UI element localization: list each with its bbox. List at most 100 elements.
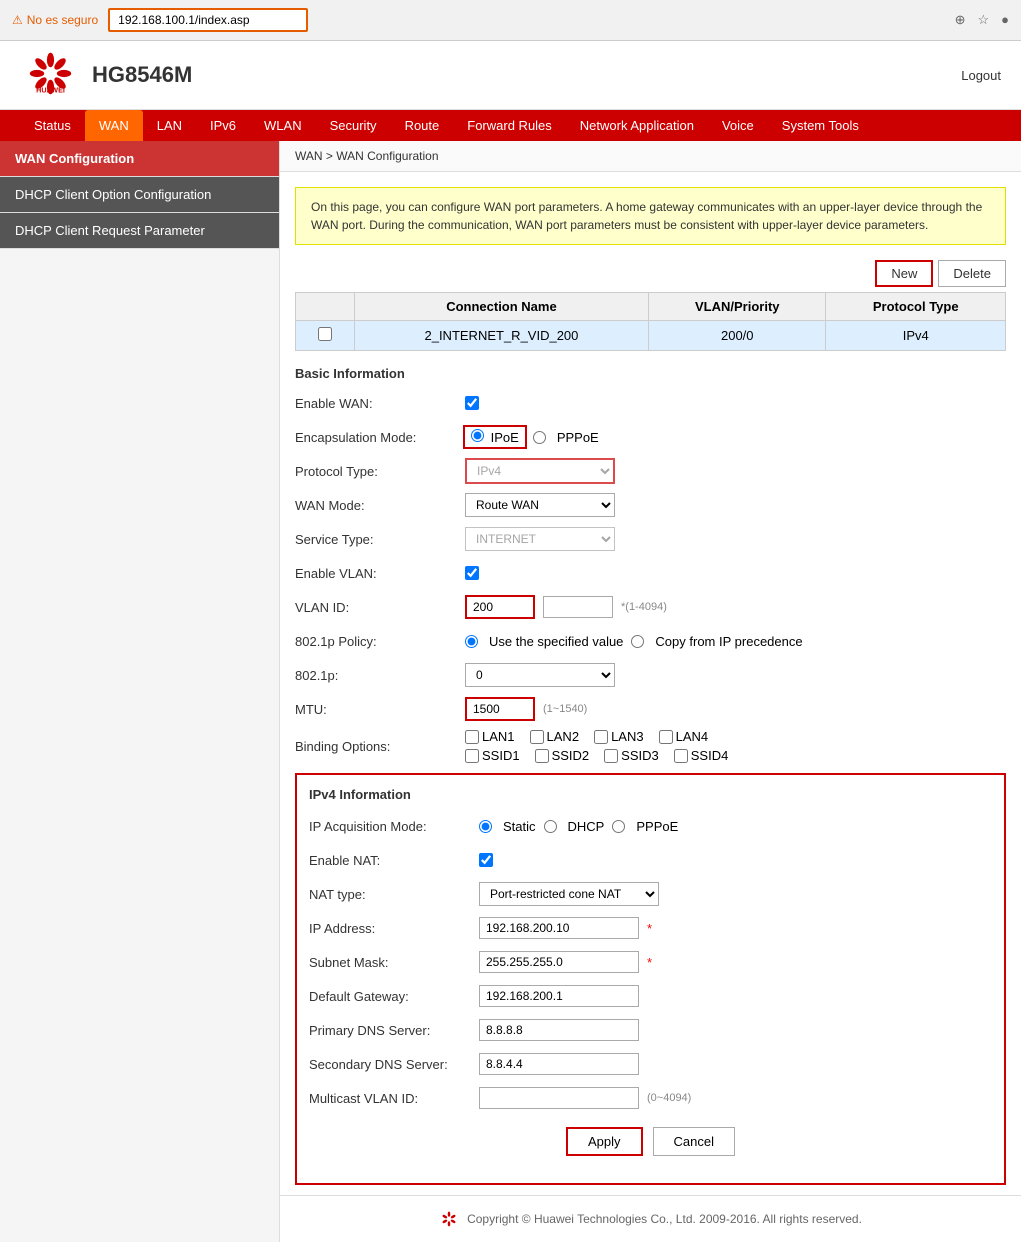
acq-static-label: Static [503, 819, 536, 834]
footer: Copyright © Huawei Technologies Co., Ltd… [280, 1195, 1021, 1242]
enable-nat-row: Enable NAT: [309, 846, 992, 874]
acq-dhcp-radio[interactable] [544, 820, 557, 833]
nav-voice[interactable]: Voice [708, 110, 768, 141]
enable-nat-value [479, 853, 992, 867]
nav-bar: Status WAN LAN IPv6 WLAN Security Route … [0, 110, 1021, 141]
ssid1-checkbox[interactable] [465, 749, 479, 763]
nav-wlan[interactable]: WLAN [250, 110, 316, 141]
sidebar-item-dhcp-param[interactable]: DHCP Client Request Parameter [0, 213, 279, 249]
enable-nat-label: Enable NAT: [309, 853, 479, 868]
encap-ipoe-container: IPoE [465, 427, 525, 447]
enable-vlan-checkbox[interactable] [465, 566, 479, 580]
header: HUAWEI HG8546M Logout [0, 41, 1021, 110]
dns1-value [479, 1019, 992, 1041]
row-checkbox[interactable] [318, 327, 332, 341]
sidebar-item-wan-config[interactable]: WAN Configuration [0, 141, 279, 177]
dns1-input[interactable] [479, 1019, 639, 1041]
ip-acq-label: IP Acquisition Mode: [309, 819, 479, 834]
binding-options: LAN1 LAN2 LAN3 [465, 729, 728, 763]
nav-status[interactable]: Status [20, 110, 85, 141]
url-bar[interactable]: 192.168.100.1/index.asp [108, 8, 308, 32]
wan-mode-row: WAN Mode: Route WAN Bridge WAN [295, 491, 1006, 519]
ssid2-checkbox[interactable] [535, 749, 549, 763]
protocol-select[interactable]: IPv4 [465, 458, 615, 484]
delete-button[interactable]: Delete [938, 260, 1006, 287]
nav-network-app[interactable]: Network Application [566, 110, 708, 141]
ssid2-label: SSID2 [552, 748, 590, 763]
encap-label: Encapsulation Mode: [295, 430, 465, 445]
nav-security[interactable]: Security [316, 110, 391, 141]
new-button[interactable]: New [875, 260, 933, 287]
enable-vlan-label: Enable VLAN: [295, 566, 465, 581]
lan1-checkbox[interactable] [465, 730, 479, 744]
policy-row: 802.1p Policy: Use the specified value C… [295, 627, 1006, 655]
binding-row: Binding Options: LAN1 LAN2 [295, 729, 1006, 763]
vlan-id-hint: *(1-4094) [621, 601, 667, 613]
mtu-input[interactable] [465, 697, 535, 721]
subnet-input[interactable] [479, 951, 639, 973]
lan4-checkbox[interactable] [659, 730, 673, 744]
lan2-checkbox[interactable] [530, 730, 544, 744]
wan-mode-select[interactable]: Route WAN Bridge WAN [465, 493, 615, 517]
policy-specified-radio[interactable] [465, 635, 478, 648]
wan-table: Connection Name VLAN/Priority Protocol T… [295, 292, 1006, 351]
ssid4-checkbox[interactable] [674, 749, 688, 763]
service-select[interactable]: INTERNET [465, 527, 615, 551]
vlan-id-extra[interactable] [543, 596, 613, 618]
multicast-input[interactable] [479, 1087, 639, 1109]
binding-value: LAN1 LAN2 LAN3 [465, 729, 1006, 763]
ip-addr-input[interactable] [479, 917, 639, 939]
sidebar-item-dhcp-option[interactable]: DHCP Client Option Configuration [0, 177, 279, 213]
ip-addr-value: * [479, 917, 992, 939]
ssid4-label: SSID4 [691, 748, 729, 763]
logo-area: HUAWEI HG8546M [20, 51, 192, 99]
enable-nat-checkbox[interactable] [479, 853, 493, 867]
acq-static-radio[interactable] [479, 820, 492, 833]
multicast-row: Multicast VLAN ID: (0~4094) [309, 1084, 992, 1112]
binding-ssid2: SSID2 [535, 748, 590, 763]
footer-logo [439, 1211, 459, 1227]
service-label: Service Type: [295, 532, 465, 547]
dot1p-label: 802.1p: [295, 668, 465, 683]
nav-route[interactable]: Route [391, 110, 454, 141]
binding-lan3: LAN3 [594, 729, 644, 744]
binding-ssid-line: SSID1 SSID2 SSID3 [465, 748, 728, 763]
dot1p-select[interactable]: 0123 4567 [465, 663, 615, 687]
logout-button[interactable]: Logout [961, 68, 1001, 83]
ipv4-section: IPv4 Information IP Acquisition Mode: St… [295, 773, 1006, 1185]
policy-copy-radio[interactable] [631, 635, 644, 648]
device-name: HG8546M [92, 62, 192, 88]
subnet-row: Subnet Mask: * [309, 948, 992, 976]
enable-wan-checkbox[interactable] [465, 396, 479, 410]
dot1p-row: 802.1p: 0123 4567 [295, 661, 1006, 689]
apply-button[interactable]: Apply [566, 1127, 643, 1156]
dns2-input[interactable] [479, 1053, 639, 1075]
browser-bar: ⚠ No es seguro 192.168.100.1/index.asp ⊕… [0, 0, 1021, 41]
acq-pppoe-radio[interactable] [612, 820, 625, 833]
info-box: On this page, you can configure WAN port… [295, 187, 1006, 245]
gateway-row: Default Gateway: [309, 982, 992, 1010]
nav-ipv6[interactable]: IPv6 [196, 110, 250, 141]
dot1p-value: 0123 4567 [465, 663, 1006, 687]
encap-ipoe-radio[interactable] [471, 429, 484, 442]
nat-type-value: Port-restricted cone NAT Full cone NAT R… [479, 882, 992, 906]
policy-copy-label: Copy from IP precedence [655, 634, 802, 649]
nav-system-tools[interactable]: System Tools [768, 110, 873, 141]
nat-type-select[interactable]: Port-restricted cone NAT Full cone NAT R… [479, 882, 659, 906]
lan3-checkbox[interactable] [594, 730, 608, 744]
gateway-input[interactable] [479, 985, 639, 1007]
multicast-value: (0~4094) [479, 1087, 992, 1109]
ssid3-checkbox[interactable] [604, 749, 618, 763]
nav-wan[interactable]: WAN [85, 110, 143, 141]
encap-pppoe-radio[interactable] [533, 431, 546, 444]
mtu-label: MTU: [295, 702, 465, 717]
nav-forward-rules[interactable]: Forward Rules [453, 110, 566, 141]
row-protocol: IPv4 [826, 321, 1006, 351]
action-buttons: Apply Cancel [309, 1127, 992, 1171]
encap-ipoe-label: IPoE [491, 430, 519, 445]
dns2-label: Secondary DNS Server: [309, 1057, 479, 1072]
vlan-id-input[interactable] [465, 595, 535, 619]
cancel-button[interactable]: Cancel [653, 1127, 735, 1156]
row-checkbox-cell[interactable] [296, 321, 355, 351]
nav-lan[interactable]: LAN [143, 110, 196, 141]
